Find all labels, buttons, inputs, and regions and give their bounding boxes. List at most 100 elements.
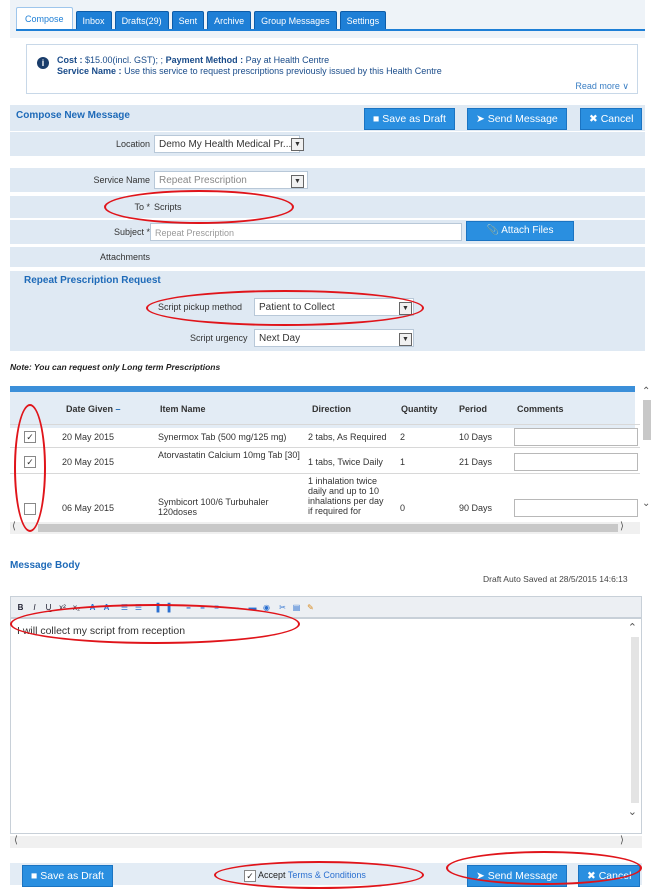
subject-row: Subject * Repeat Prescription 📎 Attach F…	[10, 220, 645, 244]
row-2-period: 21 Days	[459, 457, 493, 467]
chevron-up-icon[interactable]: ⌃	[628, 621, 637, 634]
row-1-quantity: 2	[400, 432, 406, 442]
row-divider	[10, 424, 640, 425]
row-3-period: 90 Days	[459, 503, 493, 513]
compose-title: Compose New Message	[16, 110, 130, 121]
attach-files-button[interactable]: 📎 Attach Files	[466, 221, 574, 241]
col-period: Period	[459, 404, 488, 414]
chevron-down-icon[interactable]: ▼	[399, 333, 412, 346]
payment-value: Pay at Health Centre	[245, 55, 330, 65]
service-description: Use this service to request prescription…	[124, 66, 442, 76]
row-2-quantity: 1	[400, 457, 406, 467]
tab-inbox[interactable]: Inbox	[75, 11, 112, 30]
read-more-link[interactable]: Read more ∨	[575, 81, 629, 92]
cut-icon[interactable]: ✂	[277, 602, 288, 613]
tab-underline	[16, 29, 645, 31]
row-divider	[10, 447, 640, 448]
row-1-comment-input[interactable]	[514, 428, 638, 446]
footer-save-draft-label: Save as Draft	[40, 870, 104, 882]
row-1-period: 10 Days	[459, 432, 493, 442]
message-body-title: Message Body	[10, 560, 81, 571]
chevron-left-icon[interactable]: ⟨	[14, 835, 18, 846]
annotation-ring	[146, 290, 424, 326]
chevron-down-icon[interactable]: ▼	[291, 175, 304, 188]
table-hscroll-thumb[interactable]	[38, 524, 618, 532]
autosave-status: Draft Auto Saved at 28/5/2015 14:6:13	[483, 574, 628, 584]
tab-drafts[interactable]: Drafts(29)	[114, 11, 169, 30]
row-3-comment-input[interactable]	[514, 499, 638, 517]
cost-value: $15.00(incl. GST); ;	[85, 55, 164, 65]
row-1-date: 20 May 2015	[62, 432, 115, 442]
send-message-label: Send Message	[487, 113, 558, 125]
tab-group-messages[interactable]: Group Messages	[254, 11, 337, 30]
repeat-prescription-title: Repeat Prescription Request	[24, 275, 161, 286]
annotation-ring	[14, 404, 46, 532]
row-2-comment-input[interactable]	[514, 453, 638, 471]
service-name-label: Service Name	[93, 175, 150, 185]
row-3-item: Symbicort 100/6 Turbuhaler 120doses	[158, 497, 269, 517]
subject-input[interactable]: Repeat Prescription	[150, 223, 462, 241]
annotation-ring	[446, 851, 642, 885]
tab-bar: Compose Inbox Drafts(29) Sent Archive Gr…	[16, 7, 387, 30]
long-term-note: Note: You can request only Long term Pre…	[10, 362, 221, 372]
cancel-button[interactable]: ✖ Cancel	[580, 108, 643, 130]
script-urgency-label: Script urgency	[190, 333, 248, 343]
col-comments: Comments	[517, 404, 564, 414]
save-draft-label: Save as Draft	[382, 113, 446, 125]
annotation-ring	[104, 190, 294, 224]
col-quantity: Quantity	[401, 404, 438, 414]
cancel-label: Cancel	[600, 113, 634, 125]
payment-label: Payment Method :	[165, 55, 244, 65]
row-divider	[10, 473, 640, 474]
tab-archive[interactable]: Archive	[207, 11, 252, 30]
location-label: Location	[115, 139, 150, 149]
table-vscroll-thumb[interactable]	[643, 400, 651, 440]
col-item-name: Item Name	[160, 404, 206, 414]
service-name-select[interactable]: Repeat Prescription	[154, 171, 308, 189]
row-1-direction: 2 tabs, As Required	[308, 432, 387, 442]
col-date-given[interactable]: Date Given –	[66, 404, 121, 414]
row-3-date: 06 May 2015	[62, 503, 115, 513]
footer-save-draft-button[interactable]: ■ Save as Draft	[22, 865, 113, 887]
service-line: Service Name : Use this service to reque…	[57, 66, 442, 76]
chevron-down-icon[interactable]: ▼	[291, 138, 304, 151]
service-name-label: Service Name :	[57, 66, 122, 76]
attach-files-label: Attach Files	[501, 225, 554, 236]
script-urgency-select[interactable]: Next Day	[254, 329, 414, 347]
attachments-label: Attachments	[99, 252, 150, 262]
cost-line: Cost : $15.00(incl. GST); ; Payment Meth…	[57, 55, 329, 65]
info-icon: i	[37, 57, 49, 69]
attachments-row: Attachments	[10, 247, 645, 267]
row-3-quantity: 0	[400, 503, 406, 513]
copy-icon[interactable]: ▤	[291, 602, 302, 613]
paste-icon[interactable]: ✎	[305, 602, 316, 613]
send-message-button[interactable]: ➤ Send Message	[467, 108, 567, 130]
location-row: Location Demo My Health Medical Pr... ▼	[10, 132, 645, 156]
chevron-down-icon[interactable]: ⌄	[628, 805, 637, 818]
save-draft-button[interactable]: ■ Save as Draft	[364, 108, 455, 130]
tab-compose[interactable]: Compose	[16, 7, 73, 30]
chevron-left-icon[interactable]: ⟨	[12, 521, 16, 532]
row-1-item: Synermox Tab (500 mg/125 mg)	[158, 432, 287, 442]
tab-settings[interactable]: Settings	[339, 11, 387, 30]
tab-sent[interactable]: Sent	[171, 11, 205, 30]
bold-icon[interactable]: B	[15, 602, 26, 613]
row-3-direction: 1 inhalation twice daily and up to 10 in…	[308, 476, 384, 516]
row-2-direction: 1 tabs, Twice Daily	[308, 457, 383, 467]
service-name-row: Service Name Repeat Prescription ▼	[10, 168, 645, 192]
row-2-item: Atorvastatin Calcium 10mg Tab [30]	[158, 450, 300, 460]
chevron-down-icon[interactable]: ⌄	[642, 498, 650, 509]
annotation-ring	[10, 604, 300, 644]
message-editor[interactable]: I will collect my script from reception …	[10, 618, 642, 834]
chevron-up-icon[interactable]: ⌃	[642, 386, 650, 397]
location-select[interactable]: Demo My Health Medical Pr...	[154, 135, 300, 153]
chevron-right-icon[interactable]: ⟩	[620, 835, 624, 846]
editor-vscrollbar[interactable]	[631, 637, 639, 803]
editor-hscrollbar[interactable]	[10, 836, 642, 848]
service-info-box: i Cost : $15.00(incl. GST); ; Payment Me…	[26, 44, 638, 94]
chevron-right-icon[interactable]: ⟩	[620, 521, 624, 532]
cost-label: Cost :	[57, 55, 83, 65]
subject-label: Subject *	[113, 227, 150, 237]
sort-icon: –	[115, 404, 121, 414]
col-direction: Direction	[312, 404, 352, 414]
